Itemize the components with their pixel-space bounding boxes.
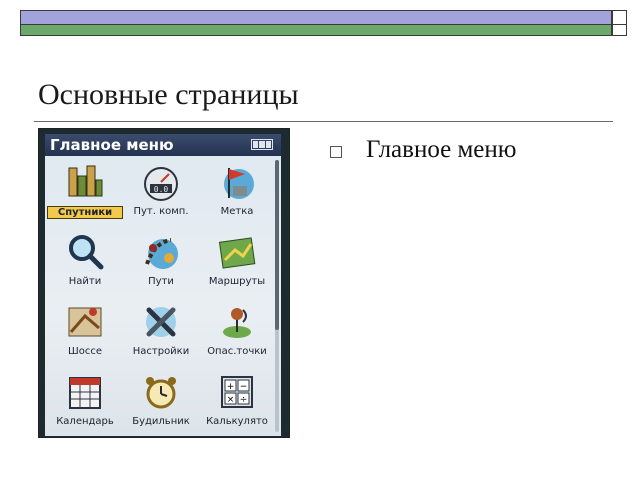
mark-flag-icon bbox=[217, 162, 257, 202]
menu-item-tracks[interactable]: Пути bbox=[121, 228, 201, 298]
device-screen: Главное меню Спутники 0.0 Пут. комп. Мет… bbox=[45, 134, 281, 436]
svg-text:×: × bbox=[227, 395, 235, 405]
menu-item-label: Спутники bbox=[47, 206, 123, 219]
menu-item-trip-computer[interactable]: 0.0 Пут. комп. bbox=[121, 158, 201, 228]
menu-item-label: Калькулято bbox=[206, 416, 268, 427]
screen-title: Главное меню bbox=[50, 136, 174, 154]
menu-item-find[interactable]: Найти bbox=[45, 228, 125, 298]
menu-scrollbar[interactable] bbox=[275, 160, 279, 432]
battery-icon bbox=[251, 139, 273, 150]
menu-item-label: Будильник bbox=[132, 416, 190, 427]
bullet-item: Главное меню bbox=[330, 136, 516, 164]
highway-map-icon bbox=[65, 302, 105, 342]
slide-title: Основные страницы bbox=[38, 78, 299, 111]
menu-item-mark[interactable]: Метка bbox=[197, 158, 277, 228]
calendar-icon bbox=[65, 372, 105, 412]
menu-item-settings[interactable]: Настройки bbox=[121, 298, 201, 368]
menu-item-highway[interactable]: Шоссе bbox=[45, 298, 125, 368]
trip-computer-icon: 0.0 bbox=[141, 162, 181, 202]
svg-text:÷: ÷ bbox=[240, 395, 248, 405]
menu-item-label: Найти bbox=[68, 276, 102, 287]
svg-text:0.0: 0.0 bbox=[154, 185, 169, 194]
alarm-clock-icon bbox=[141, 372, 181, 412]
device-photo: Главное меню Спутники 0.0 Пут. комп. Мет… bbox=[38, 128, 290, 438]
bullet-text: Главное меню bbox=[366, 136, 517, 163]
menu-item-label: Шоссе bbox=[68, 346, 102, 357]
calculator-icon: + − × ÷ bbox=[217, 372, 257, 412]
title-divider bbox=[34, 121, 613, 122]
top-decor-bar bbox=[20, 10, 612, 25]
menu-item-label: Календарь bbox=[56, 416, 114, 427]
svg-text:+: + bbox=[227, 382, 235, 392]
menu-item-routes[interactable]: Маршруты bbox=[197, 228, 277, 298]
menu-item-satellites[interactable]: Спутники bbox=[45, 158, 125, 228]
menu-item-calendar[interactable]: Календарь bbox=[45, 368, 125, 436]
menu-item-label: Маршруты bbox=[208, 276, 266, 287]
scrollbar-thumb[interactable] bbox=[275, 160, 279, 330]
magnifier-icon bbox=[65, 232, 105, 272]
screen-header: Главное меню bbox=[45, 134, 281, 156]
bullet-square-icon bbox=[330, 146, 342, 158]
menu-item-label: Опас.точки bbox=[207, 346, 267, 357]
top-decor-square bbox=[612, 10, 627, 25]
bottom-decor-bar bbox=[20, 25, 612, 36]
routes-map-icon bbox=[217, 232, 257, 272]
menu-item-label: Пут. комп. bbox=[133, 206, 189, 217]
satellite-icon bbox=[65, 162, 105, 202]
menu-item-label: Метка bbox=[220, 206, 254, 217]
wrench-icon bbox=[141, 302, 181, 342]
menu-item-alarm[interactable]: Будильник bbox=[121, 368, 201, 436]
svg-text:−: − bbox=[240, 382, 248, 392]
menu-item-danger-points[interactable]: Опас.точки bbox=[197, 298, 277, 368]
menu-item-label: Настройки bbox=[132, 346, 190, 357]
menu-item-label: Пути bbox=[148, 276, 174, 287]
menu-item-calculator[interactable]: + − × ÷ Калькулято bbox=[197, 368, 277, 436]
danger-point-icon bbox=[217, 302, 257, 342]
tracks-icon bbox=[141, 232, 181, 272]
bottom-decor-square bbox=[612, 25, 627, 36]
